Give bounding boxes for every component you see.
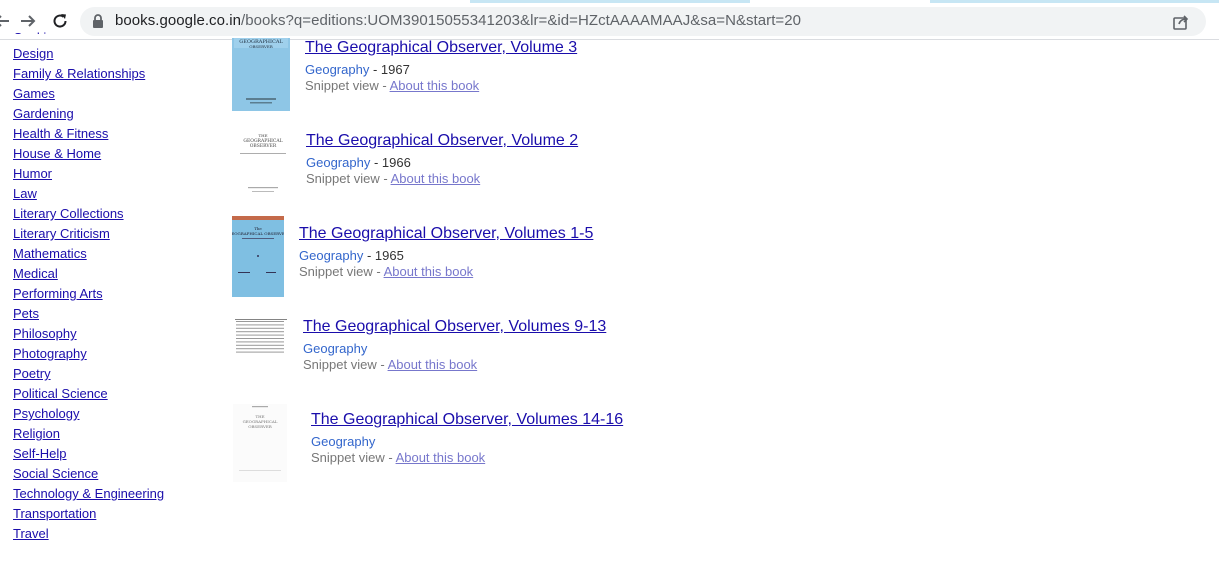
result-info: The Geographical Observer, Volumes 9-13 G…: [303, 317, 606, 373]
svg-text:THE: THE: [258, 133, 267, 138]
book-view-line: Snippet view - About this book: [311, 450, 623, 466]
meta-separator: -: [363, 248, 375, 263]
book-view-line: Snippet view - About this book: [305, 78, 577, 94]
sidebar-cut-item: Cooking: [13, 28, 61, 34]
book-category-link[interactable]: Geography: [306, 155, 370, 170]
svg-text:OBSERVER: OBSERVER: [250, 143, 277, 149]
sidebar-list: Design Family & Relationships Games Gardeni…: [13, 44, 213, 544]
meta-separator: -: [370, 155, 382, 170]
book-view-line: Snippet view - About this book: [299, 264, 593, 280]
result-info: The Geographical Observer, Volume 3 Geogr…: [305, 38, 577, 94]
book-cover-thumbnail[interactable]: THE GEOGRAPHICAL OBSERVER: [234, 123, 292, 206]
sidebar-item-poetry[interactable]: Poetry: [13, 364, 213, 384]
sidebar-item-performing-arts[interactable]: Performing Arts: [13, 284, 213, 304]
book-category-link[interactable]: Geography: [305, 62, 369, 77]
view-separator: -: [384, 450, 396, 465]
sidebar-item-technology-engineering[interactable]: Technology & Engineering: [13, 484, 213, 504]
book-view-line: Snippet view - About this book: [303, 357, 606, 373]
share-icon[interactable]: [1172, 13, 1190, 36]
book-meta: Geography - 1967: [305, 62, 577, 78]
view-separator: -: [379, 171, 391, 186]
book-title-link[interactable]: The Geographical Observer, Volume 3: [305, 38, 577, 57]
book-cover-thumbnail[interactable]: TheGEOGRAPHICAL OBSERVER: [228, 216, 289, 302]
browser-toolbar: books.google.co.in/books?q=editions:UOM3…: [0, 3, 1219, 40]
about-this-book-link[interactable]: About this book: [396, 450, 486, 465]
category-sidebar: Cooking DesignFamily & RelationshipsGame…: [13, 30, 213, 544]
book-category-link[interactable]: Geography: [311, 434, 375, 449]
result-info: The Geographical Observer, Volume 2 Geogr…: [306, 131, 578, 187]
book-category-link[interactable]: Geography: [299, 248, 363, 263]
book-year: 1965: [374, 248, 404, 263]
sidebar-item-philosophy[interactable]: Philosophy: [13, 324, 213, 344]
sidebar-item-pets[interactable]: Pets: [13, 304, 213, 324]
snippet-view-label: Snippet view: [311, 450, 385, 465]
sidebar-item-humor[interactable]: Humor: [13, 164, 213, 184]
sidebar-item-games[interactable]: Games: [13, 84, 213, 104]
svg-text:OBSERVER: OBSERVER: [249, 44, 274, 49]
book-meta: Geography - 1966: [306, 155, 578, 171]
sidebar-item-photography[interactable]: Photography: [13, 344, 213, 364]
sidebar-item-self-help[interactable]: Self-Help: [13, 444, 213, 464]
book-category-link[interactable]: Geography: [303, 341, 367, 356]
about-this-book-link[interactable]: About this book: [388, 357, 478, 372]
address-bar[interactable]: books.google.co.in/books?q=editions:UOM3…: [80, 7, 1206, 36]
sidebar-item-gardening[interactable]: Gardening: [13, 104, 213, 124]
view-separator: -: [376, 357, 388, 372]
book-title-link[interactable]: The Geographical Observer, Volumes 9-13: [303, 317, 606, 336]
sidebar-item-social-science[interactable]: Social Science: [13, 464, 213, 484]
lock-icon[interactable]: [92, 14, 104, 33]
sidebar-item-literary-criticism[interactable]: Literary Criticism: [13, 224, 213, 244]
sidebar-item-health-fitness[interactable]: Health & Fitness: [13, 124, 213, 144]
book-cover-thumbnail[interactable]: GEOGRAPHICAL OBSERVER: [232, 38, 290, 116]
book-meta: Geography: [303, 341, 606, 357]
meta-separator: -: [369, 62, 381, 77]
sidebar-item-cut[interactable]: Cooking: [13, 28, 61, 34]
url-text[interactable]: books.google.co.in/books?q=editions:UOM3…: [115, 12, 801, 29]
sidebar-item-political-science[interactable]: Political Science: [13, 384, 213, 404]
book-cover-thumbnail[interactable]: THE GEOGRAPHICAL OBSERVER: [233, 404, 287, 487]
view-separator: -: [372, 264, 384, 279]
about-this-book-link[interactable]: About this book: [384, 264, 474, 279]
about-this-book-link[interactable]: About this book: [391, 171, 481, 186]
svg-text:OBSERVER: OBSERVER: [248, 424, 273, 429]
sidebar-item-design[interactable]: Design: [13, 44, 213, 64]
snippet-view-label: Snippet view: [303, 357, 377, 372]
book-title-link[interactable]: The Geographical Observer, Volumes 14-16: [311, 410, 623, 429]
sidebar-item-transportation[interactable]: Transportation: [13, 504, 213, 524]
sidebar-item-travel[interactable]: Travel: [13, 524, 213, 544]
sidebar-item-psychology[interactable]: Psychology: [13, 404, 213, 424]
result-info: The Geographical Observer, Volumes 1-5 Ge…: [299, 224, 593, 280]
sidebar-item-medical[interactable]: Medical: [13, 264, 213, 284]
url-host: books.google.co.in: [115, 12, 241, 29]
url-path: /books?q=editions:UOM39015055341203&lr=&…: [241, 12, 802, 29]
book-meta: Geography - 1965: [299, 248, 593, 264]
book-title-link[interactable]: The Geographical Observer, Volumes 1-5: [299, 224, 593, 243]
snippet-view-label: Snippet view: [299, 264, 373, 279]
about-this-book-link[interactable]: About this book: [390, 78, 480, 93]
book-year: 1966: [381, 155, 411, 170]
sidebar-item-religion[interactable]: Religion: [13, 424, 213, 444]
book-title-link[interactable]: The Geographical Observer, Volume 2: [306, 131, 578, 150]
view-separator: -: [378, 78, 390, 93]
book-meta: Geography: [311, 434, 623, 450]
back-arrow-icon[interactable]: [0, 9, 14, 33]
book-cover-thumbnail[interactable]: [233, 315, 289, 382]
sidebar-item-law[interactable]: Law: [13, 184, 213, 204]
snippet-view-label: Snippet view: [306, 171, 380, 186]
snippet-view-label: Snippet view: [305, 78, 379, 93]
sidebar-item-family-relationships[interactable]: Family & Relationships: [13, 64, 213, 84]
book-year: 1967: [380, 62, 410, 77]
sidebar-item-mathematics[interactable]: Mathematics: [13, 244, 213, 264]
book-view-line: Snippet view - About this book: [306, 171, 578, 187]
svg-text:GEOGRAPHICAL OBSERVER: GEOGRAPHICAL OBSERVER: [232, 231, 284, 236]
sidebar-item-house-home[interactable]: House & Home: [13, 144, 213, 164]
sidebar-item-literary-collections[interactable]: Literary Collections: [13, 204, 213, 224]
result-info: The Geographical Observer, Volumes 14-16…: [311, 410, 623, 466]
